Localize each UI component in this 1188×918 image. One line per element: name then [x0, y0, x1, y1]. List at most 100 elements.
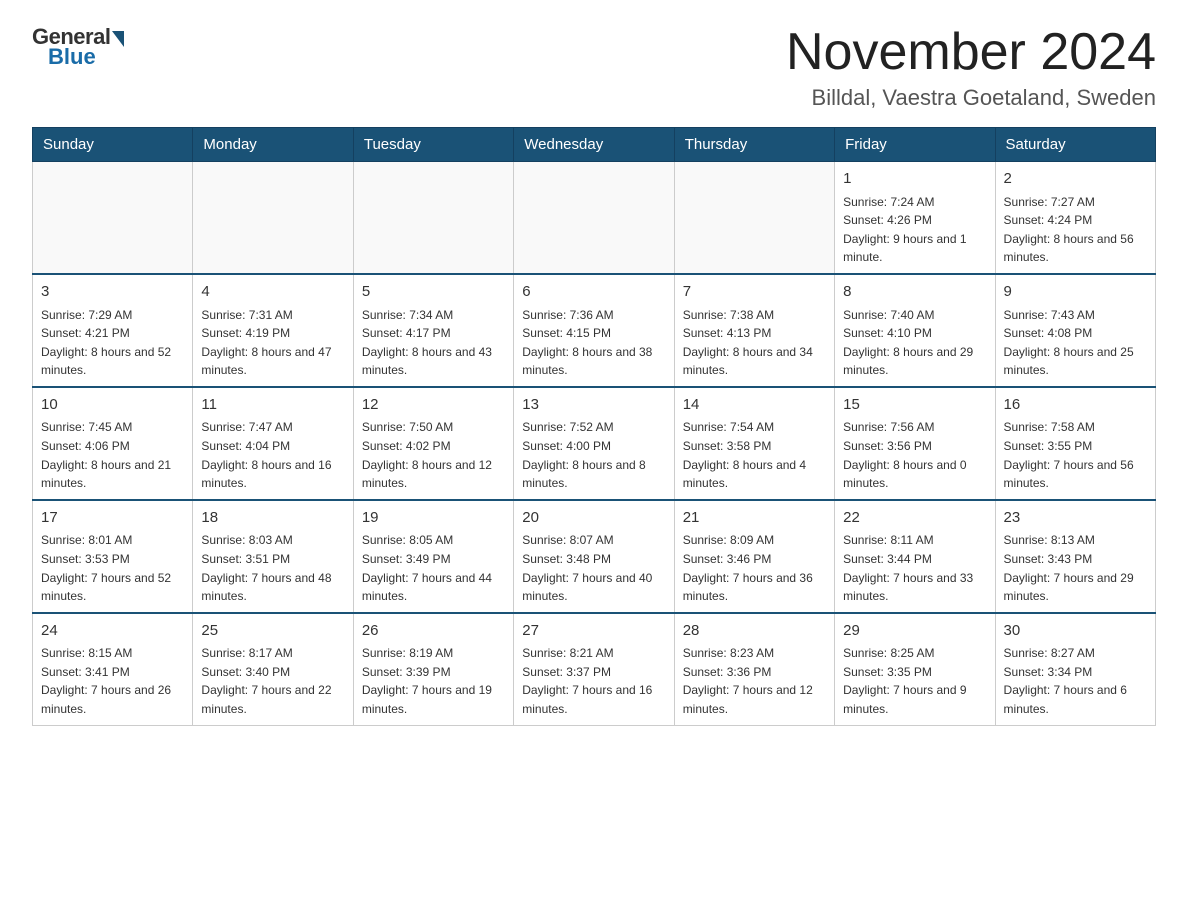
day-number: 23 — [1004, 507, 1147, 530]
calendar-header-saturday: Saturday — [995, 128, 1155, 162]
calendar-cell: 12Sunrise: 7:50 AM Sunset: 4:02 PM Dayli… — [353, 387, 513, 500]
day-info: Sunrise: 8:21 AM Sunset: 3:37 PM Dayligh… — [522, 644, 665, 718]
calendar-cell: 6Sunrise: 7:36 AM Sunset: 4:15 PM Daylig… — [514, 274, 674, 387]
day-number: 14 — [683, 394, 826, 417]
day-info: Sunrise: 8:07 AM Sunset: 3:48 PM Dayligh… — [522, 531, 665, 605]
day-number: 19 — [362, 507, 505, 530]
day-number: 6 — [522, 281, 665, 304]
calendar-cell: 4Sunrise: 7:31 AM Sunset: 4:19 PM Daylig… — [193, 274, 353, 387]
day-info: Sunrise: 8:05 AM Sunset: 3:49 PM Dayligh… — [362, 531, 505, 605]
page-header: General Blue November 2024 Billdal, Vaes… — [32, 24, 1156, 111]
day-info: Sunrise: 7:58 AM Sunset: 3:55 PM Dayligh… — [1004, 418, 1147, 492]
day-info: Sunrise: 7:29 AM Sunset: 4:21 PM Dayligh… — [41, 306, 184, 380]
day-number: 30 — [1004, 620, 1147, 643]
day-info: Sunrise: 7:31 AM Sunset: 4:19 PM Dayligh… — [201, 306, 344, 380]
day-info: Sunrise: 7:43 AM Sunset: 4:08 PM Dayligh… — [1004, 306, 1147, 380]
calendar-cell: 20Sunrise: 8:07 AM Sunset: 3:48 PM Dayli… — [514, 500, 674, 613]
day-number: 28 — [683, 620, 826, 643]
day-number: 25 — [201, 620, 344, 643]
day-number: 29 — [843, 620, 986, 643]
day-number: 17 — [41, 507, 184, 530]
day-info: Sunrise: 8:13 AM Sunset: 3:43 PM Dayligh… — [1004, 531, 1147, 605]
calendar-cell — [514, 162, 674, 274]
month-year-title: November 2024 — [786, 24, 1156, 81]
day-info: Sunrise: 8:03 AM Sunset: 3:51 PM Dayligh… — [201, 531, 344, 605]
day-info: Sunrise: 7:54 AM Sunset: 3:58 PM Dayligh… — [683, 418, 826, 492]
calendar-cell: 21Sunrise: 8:09 AM Sunset: 3:46 PM Dayli… — [674, 500, 834, 613]
day-info: Sunrise: 8:11 AM Sunset: 3:44 PM Dayligh… — [843, 531, 986, 605]
day-info: Sunrise: 7:34 AM Sunset: 4:17 PM Dayligh… — [362, 306, 505, 380]
day-info: Sunrise: 7:38 AM Sunset: 4:13 PM Dayligh… — [683, 306, 826, 380]
calendar-header-tuesday: Tuesday — [353, 128, 513, 162]
day-info: Sunrise: 8:09 AM Sunset: 3:46 PM Dayligh… — [683, 531, 826, 605]
day-info: Sunrise: 8:15 AM Sunset: 3:41 PM Dayligh… — [41, 644, 184, 718]
day-number: 27 — [522, 620, 665, 643]
day-number: 4 — [201, 281, 344, 304]
day-info: Sunrise: 7:36 AM Sunset: 4:15 PM Dayligh… — [522, 306, 665, 380]
calendar-cell: 8Sunrise: 7:40 AM Sunset: 4:10 PM Daylig… — [835, 274, 995, 387]
calendar-header-monday: Monday — [193, 128, 353, 162]
day-number: 7 — [683, 281, 826, 304]
logo-arrow-icon — [112, 31, 124, 47]
calendar-cell: 26Sunrise: 8:19 AM Sunset: 3:39 PM Dayli… — [353, 613, 513, 725]
calendar-cell: 3Sunrise: 7:29 AM Sunset: 4:21 PM Daylig… — [33, 274, 193, 387]
calendar-cell — [353, 162, 513, 274]
calendar-cell: 23Sunrise: 8:13 AM Sunset: 3:43 PM Dayli… — [995, 500, 1155, 613]
calendar-cell: 25Sunrise: 8:17 AM Sunset: 3:40 PM Dayli… — [193, 613, 353, 725]
day-number: 9 — [1004, 281, 1147, 304]
calendar-week-row: 1Sunrise: 7:24 AM Sunset: 4:26 PM Daylig… — [33, 162, 1156, 274]
calendar-cell: 30Sunrise: 8:27 AM Sunset: 3:34 PM Dayli… — [995, 613, 1155, 725]
calendar-cell: 13Sunrise: 7:52 AM Sunset: 4:00 PM Dayli… — [514, 387, 674, 500]
calendar-cell: 7Sunrise: 7:38 AM Sunset: 4:13 PM Daylig… — [674, 274, 834, 387]
calendar-cell: 10Sunrise: 7:45 AM Sunset: 4:06 PM Dayli… — [33, 387, 193, 500]
calendar-table: SundayMondayTuesdayWednesdayThursdayFrid… — [32, 127, 1156, 725]
calendar-cell — [193, 162, 353, 274]
day-info: Sunrise: 8:23 AM Sunset: 3:36 PM Dayligh… — [683, 644, 826, 718]
calendar-cell: 1Sunrise: 7:24 AM Sunset: 4:26 PM Daylig… — [835, 162, 995, 274]
calendar-cell — [674, 162, 834, 274]
calendar-cell: 19Sunrise: 8:05 AM Sunset: 3:49 PM Dayli… — [353, 500, 513, 613]
day-number: 10 — [41, 394, 184, 417]
location-subtitle: Billdal, Vaestra Goetaland, Sweden — [786, 85, 1156, 111]
day-info: Sunrise: 7:45 AM Sunset: 4:06 PM Dayligh… — [41, 418, 184, 492]
day-info: Sunrise: 7:52 AM Sunset: 4:00 PM Dayligh… — [522, 418, 665, 492]
day-number: 8 — [843, 281, 986, 304]
calendar-header-row: SundayMondayTuesdayWednesdayThursdayFrid… — [33, 128, 1156, 162]
calendar-cell: 24Sunrise: 8:15 AM Sunset: 3:41 PM Dayli… — [33, 613, 193, 725]
calendar-week-row: 10Sunrise: 7:45 AM Sunset: 4:06 PM Dayli… — [33, 387, 1156, 500]
day-info: Sunrise: 7:56 AM Sunset: 3:56 PM Dayligh… — [843, 418, 986, 492]
day-number: 24 — [41, 620, 184, 643]
day-info: Sunrise: 8:19 AM Sunset: 3:39 PM Dayligh… — [362, 644, 505, 718]
calendar-cell: 27Sunrise: 8:21 AM Sunset: 3:37 PM Dayli… — [514, 613, 674, 725]
calendar-header-sunday: Sunday — [33, 128, 193, 162]
day-number: 2 — [1004, 168, 1147, 191]
calendar-header-thursday: Thursday — [674, 128, 834, 162]
calendar-cell: 15Sunrise: 7:56 AM Sunset: 3:56 PM Dayli… — [835, 387, 995, 500]
calendar-cell: 29Sunrise: 8:25 AM Sunset: 3:35 PM Dayli… — [835, 613, 995, 725]
day-number: 21 — [683, 507, 826, 530]
calendar-cell: 16Sunrise: 7:58 AM Sunset: 3:55 PM Dayli… — [995, 387, 1155, 500]
day-number: 5 — [362, 281, 505, 304]
day-number: 12 — [362, 394, 505, 417]
day-info: Sunrise: 7:47 AM Sunset: 4:04 PM Dayligh… — [201, 418, 344, 492]
day-info: Sunrise: 8:17 AM Sunset: 3:40 PM Dayligh… — [201, 644, 344, 718]
day-info: Sunrise: 8:27 AM Sunset: 3:34 PM Dayligh… — [1004, 644, 1147, 718]
day-number: 18 — [201, 507, 344, 530]
calendar-cell — [33, 162, 193, 274]
calendar-cell: 28Sunrise: 8:23 AM Sunset: 3:36 PM Dayli… — [674, 613, 834, 725]
calendar-week-row: 24Sunrise: 8:15 AM Sunset: 3:41 PM Dayli… — [33, 613, 1156, 725]
day-number: 15 — [843, 394, 986, 417]
day-number: 1 — [843, 168, 986, 191]
day-info: Sunrise: 8:01 AM Sunset: 3:53 PM Dayligh… — [41, 531, 184, 605]
day-info: Sunrise: 7:27 AM Sunset: 4:24 PM Dayligh… — [1004, 193, 1147, 267]
day-number: 20 — [522, 507, 665, 530]
day-info: Sunrise: 8:25 AM Sunset: 3:35 PM Dayligh… — [843, 644, 986, 718]
day-number: 11 — [201, 394, 344, 417]
day-number: 22 — [843, 507, 986, 530]
calendar-cell: 14Sunrise: 7:54 AM Sunset: 3:58 PM Dayli… — [674, 387, 834, 500]
calendar-cell: 22Sunrise: 8:11 AM Sunset: 3:44 PM Dayli… — [835, 500, 995, 613]
calendar-cell: 18Sunrise: 8:03 AM Sunset: 3:51 PM Dayli… — [193, 500, 353, 613]
calendar-week-row: 3Sunrise: 7:29 AM Sunset: 4:21 PM Daylig… — [33, 274, 1156, 387]
logo: General Blue — [32, 24, 124, 70]
day-info: Sunrise: 7:24 AM Sunset: 4:26 PM Dayligh… — [843, 193, 986, 267]
